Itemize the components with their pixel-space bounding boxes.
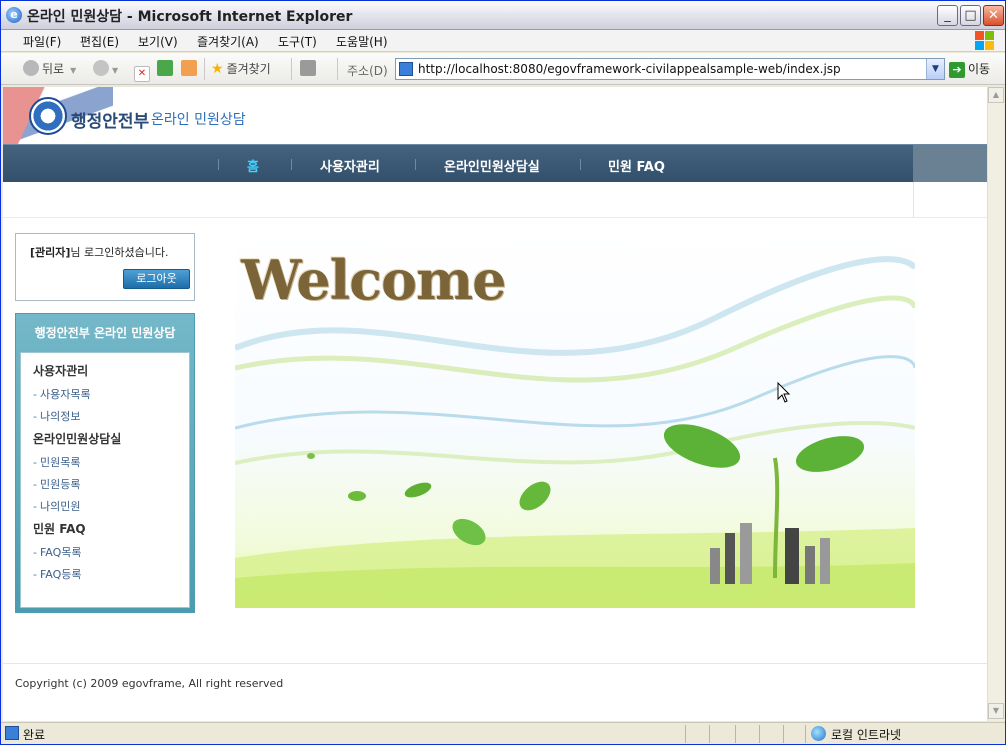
menu-file[interactable]: 파일(F) — [23, 33, 61, 50]
favorites-label: 즐겨찾기 — [226, 62, 271, 76]
welcome-banner: Welcome — [235, 228, 915, 608]
scroll-down-button[interactable]: ▼ — [988, 703, 1004, 719]
login-message: [관리자]님 로그인하셨습니다. — [30, 244, 169, 260]
refresh-button[interactable] — [157, 59, 176, 79]
printer-icon — [300, 60, 316, 76]
security-zone-text: 로컬 인트라넷 — [831, 728, 902, 742]
nav-separator — [580, 159, 581, 170]
toolbar-separator — [291, 58, 292, 80]
menu-link-faq-list[interactable]: - FAQ목록 — [33, 544, 82, 560]
menu-link-appeal-register[interactable]: - 민원등록 — [33, 476, 80, 492]
menu-edit[interactable]: 편집(E) — [80, 33, 119, 50]
scroll-up-button[interactable]: ▲ — [988, 87, 1004, 103]
page-viewport: 행정안전부 온라인 민원상담 홈 사용자관리 온라인민원상담실 민원 FAQ [… — [3, 87, 987, 721]
footer-divider — [3, 663, 987, 664]
left-menu-title: 행정안전부 온라인 민원상담 — [34, 326, 176, 340]
status-divider — [685, 725, 686, 743]
subnav-divider — [913, 182, 914, 218]
forward-arrow-icon — [93, 60, 109, 76]
nav-separator — [218, 159, 219, 170]
intranet-zone-icon — [811, 726, 826, 741]
vertical-scrollbar[interactable]: ▲ ▼ — [987, 87, 1004, 721]
stop-icon: ✕ — [134, 66, 150, 82]
logout-button[interactable]: 로그아웃 — [123, 269, 190, 289]
nav-separator — [291, 159, 292, 170]
page-icon — [399, 62, 413, 76]
site-logo[interactable]: 행정안전부 — [71, 107, 149, 132]
login-status-box: [관리자]님 로그인하셨습니다. 로그아웃 — [15, 233, 195, 301]
login-text: 님 로그인하셨습니다. — [70, 246, 169, 259]
main-nav: 홈 사용자관리 온라인민원상담실 민원 FAQ — [3, 144, 987, 183]
go-arrow-icon: ➔ — [949, 62, 965, 78]
maximize-button[interactable]: □ — [960, 5, 981, 26]
forward-button[interactable]: ▼ — [93, 59, 118, 79]
sub-nav — [3, 182, 987, 218]
nav-separator — [415, 159, 416, 170]
nav-faq[interactable]: 민원 FAQ — [608, 156, 665, 175]
copyright-text: Copyright (c) 2009 egovframe, All right … — [15, 677, 284, 690]
menu-favorites[interactable]: 즐겨찾기(A) — [197, 33, 259, 50]
windows-logo-icon — [975, 31, 995, 51]
toolbar-separator — [204, 58, 205, 80]
menu-group-civil-appeal[interactable]: 온라인민원상담실 — [33, 430, 121, 447]
go-button[interactable]: ➔ 이동 — [949, 60, 990, 78]
minimize-button[interactable]: _ — [937, 5, 958, 26]
site-logo-subtitle: 온라인 민원상담 — [151, 112, 246, 128]
menu-group-user-management[interactable]: 사용자관리 — [33, 362, 88, 379]
internet-explorer-icon: e — [6, 7, 22, 23]
status-divider — [783, 725, 784, 743]
back-label: 뒤로 — [42, 62, 65, 76]
go-label: 이동 — [968, 62, 991, 76]
title-bar[interactable]: e 온라인 민원상담 - Microsoft Internet Explorer… — [1, 1, 1005, 30]
nav-right-panel — [913, 145, 987, 183]
nav-civil-appeal[interactable]: 온라인민원상담실 — [444, 156, 540, 175]
stop-button[interactable]: ✕ — [134, 59, 153, 82]
toolbar: 뒤로 ▼ ▼ ✕ ★ 즐겨찾기 주소(D) http://localhost:808… — [1, 53, 1005, 85]
status-divider — [709, 725, 710, 743]
status-bar: 완료 로컬 인트라넷 — [1, 722, 1005, 744]
browser-window: e 온라인 민원상담 - Microsoft Internet Explorer… — [0, 0, 1006, 745]
welcome-heading: Welcome — [241, 248, 507, 312]
menu-link-user-list[interactable]: - 사용자목록 — [33, 386, 91, 402]
menu-link-faq-register[interactable]: - FAQ등록 — [33, 566, 82, 582]
menu-link-my-appeals[interactable]: - 나의민원 — [33, 498, 80, 514]
user-role: [관리자] — [30, 246, 71, 259]
menu-tools[interactable]: 도구(T) — [278, 33, 317, 50]
address-bar[interactable]: http://localhost:8080/egovframework-civi… — [395, 58, 945, 80]
back-arrow-icon — [23, 60, 39, 76]
back-button[interactable]: 뒤로 ▼ — [23, 59, 76, 79]
window-title: 온라인 민원상담 - Microsoft Internet Explorer — [27, 9, 353, 25]
left-menu: 행정안전부 온라인 민원상담 사용자관리 - 사용자목록 - 나의정보 온라인민원상… — [15, 313, 195, 613]
address-dropdown-button[interactable]: ▼ — [926, 59, 944, 79]
toolbar-separator — [337, 58, 338, 80]
close-button[interactable]: ✕ — [983, 5, 1004, 26]
favorites-button[interactable]: ★ 즐겨찾기 — [211, 59, 271, 79]
status-text: 완료 — [23, 728, 46, 742]
menu-group-faq[interactable]: 민원 FAQ — [33, 520, 86, 537]
print-button[interactable] — [300, 59, 319, 79]
menu-help[interactable]: 도움말(H) — [336, 33, 388, 50]
menu-view[interactable]: 보기(V) — [138, 33, 178, 50]
url-input[interactable]: http://localhost:8080/egovframework-civi… — [418, 62, 841, 76]
home-button[interactable] — [181, 59, 200, 79]
address-label: 주소(D) — [347, 64, 388, 78]
government-seal-icon — [29, 97, 67, 135]
menu-bar: 파일(F) 편집(E) 보기(V) 즐겨찾기(A) 도구(T) 도움말(H) — [1, 30, 1005, 52]
page-done-icon — [5, 726, 19, 740]
left-menu-body: 사용자관리 - 사용자목록 - 나의정보 온라인민원상담실 - 민원목록 - 민원등록 … — [20, 352, 190, 608]
site-header: 행정안전부 온라인 민원상담 — [3, 87, 987, 144]
star-icon: ★ — [211, 61, 224, 77]
refresh-icon — [157, 60, 173, 76]
status-divider — [735, 725, 736, 743]
status-divider — [805, 725, 806, 743]
nav-home[interactable]: 홈 — [247, 156, 259, 175]
nav-user-management[interactable]: 사용자관리 — [320, 156, 380, 175]
menu-link-appeal-list[interactable]: - 민원목록 — [33, 454, 80, 470]
home-icon — [181, 60, 197, 76]
menu-link-my-info[interactable]: - 나의정보 — [33, 408, 80, 424]
mouse-cursor-icon — [777, 382, 791, 403]
status-divider — [759, 725, 760, 743]
